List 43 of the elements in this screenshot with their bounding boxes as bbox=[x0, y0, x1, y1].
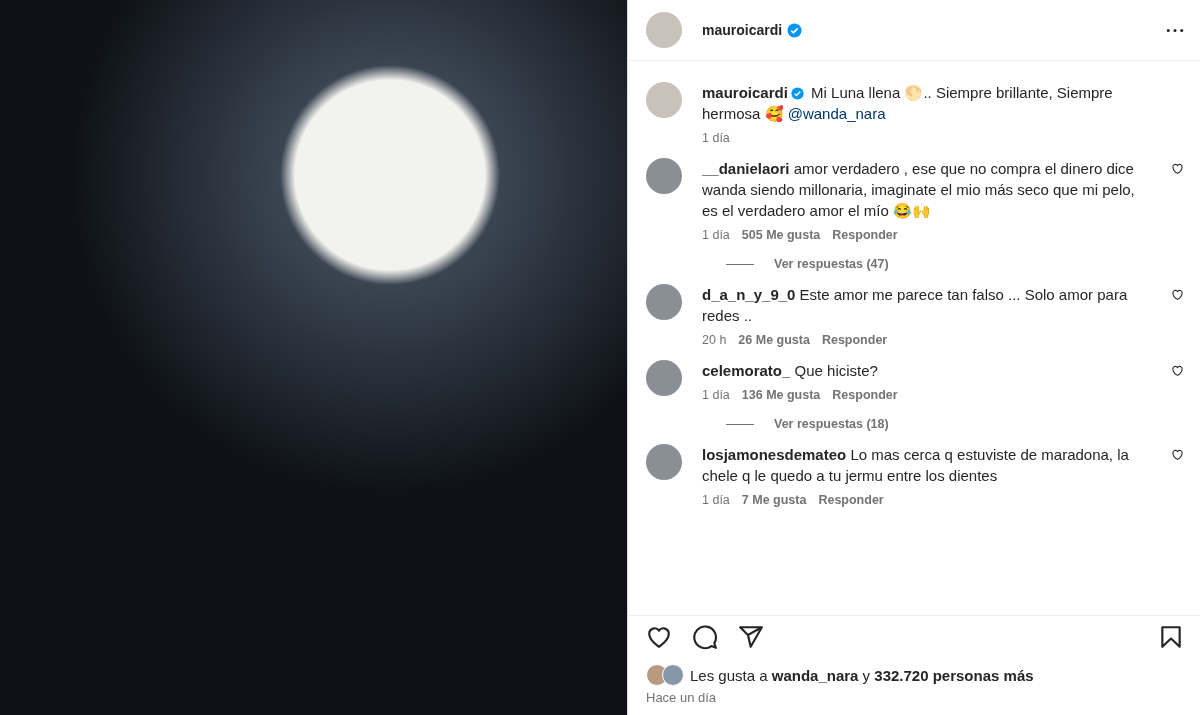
username-link[interactable]: mauroicardi bbox=[702, 84, 788, 101]
more-options-icon[interactable] bbox=[1166, 27, 1184, 33]
comment-text: losjamonesdemateo Lo mas cerca q estuviste de maradona, la chele q le quedo a tu jermu entre los dientes bbox=[702, 445, 1130, 486]
heart-icon[interactable] bbox=[1171, 288, 1184, 301]
reply-link[interactable]: Responder bbox=[832, 228, 898, 242]
avatar[interactable] bbox=[646, 360, 682, 396]
reply-link[interactable]: Responder bbox=[818, 493, 884, 507]
likes-count[interactable]: 7 Me gusta bbox=[741, 493, 807, 507]
timestamp: 1 día bbox=[702, 228, 730, 242]
post-date: Hace un día bbox=[646, 690, 718, 705]
send-icon[interactable] bbox=[738, 624, 764, 650]
timestamp: 1 día bbox=[702, 388, 730, 402]
username-link[interactable]: __danielaori bbox=[702, 160, 790, 177]
reply-link[interactable]: Responder bbox=[821, 333, 888, 347]
heart-icon[interactable] bbox=[1171, 448, 1184, 461]
avatar[interactable] bbox=[646, 444, 682, 480]
reply-link[interactable]: Responder bbox=[832, 388, 898, 402]
likes-count[interactable]: 505 Me gusta bbox=[741, 228, 821, 242]
username-link[interactable]: d_a_n_y_9_0 bbox=[702, 286, 796, 303]
avatar[interactable] bbox=[646, 284, 682, 320]
likes-count[interactable]: 26 Me gusta bbox=[738, 333, 810, 347]
timestamp: 1 día bbox=[702, 131, 730, 145]
username-link[interactable]: losjamonesdemateo bbox=[702, 446, 847, 463]
likes-count[interactable]: 136 Me gusta bbox=[741, 388, 821, 402]
view-replies-link[interactable]: Ver respuestas (47) bbox=[774, 257, 889, 271]
timestamp: 1 día bbox=[702, 493, 730, 507]
bookmark-icon[interactable] bbox=[1158, 624, 1184, 650]
avatar bbox=[662, 664, 684, 686]
comment-icon[interactable] bbox=[692, 624, 718, 650]
comment-text: d_a_n_y_9_0 Este amor me parece tan falso ... Solo amor para redes .. bbox=[702, 285, 1129, 326]
caption-text: mauroicardi Mi Luna llena 🌕.. Siempre brillante, Siempre hermosa 🥰 @wanda_nara bbox=[702, 83, 1114, 124]
heart-icon[interactable] bbox=[1171, 162, 1184, 175]
mention-link[interactable]: @wanda_nara bbox=[787, 105, 886, 122]
username-link[interactable]: celemorato_ bbox=[702, 362, 791, 379]
view-replies-link[interactable]: Ver respuestas (18) bbox=[774, 417, 889, 431]
timestamp: 20 h bbox=[702, 333, 727, 347]
comment-text: celemorato_ Que hiciste? bbox=[702, 361, 879, 381]
avatar[interactable] bbox=[646, 158, 682, 194]
comment-text: __danielaori amor verdadero , ese que no compra el dinero dice wanda siendo millonaria, imaginate el mio más seco que mi pelo, es el verdadero amor el mío 😂🙌 bbox=[702, 159, 1136, 221]
heart-icon[interactable] bbox=[1171, 364, 1184, 377]
likes-summary[interactable]: Les gusta a wanda_nara y 332.720 personas más bbox=[690, 666, 1034, 684]
username-link[interactable]: mauroicardi bbox=[702, 22, 783, 38]
heart-icon[interactable] bbox=[646, 624, 672, 650]
